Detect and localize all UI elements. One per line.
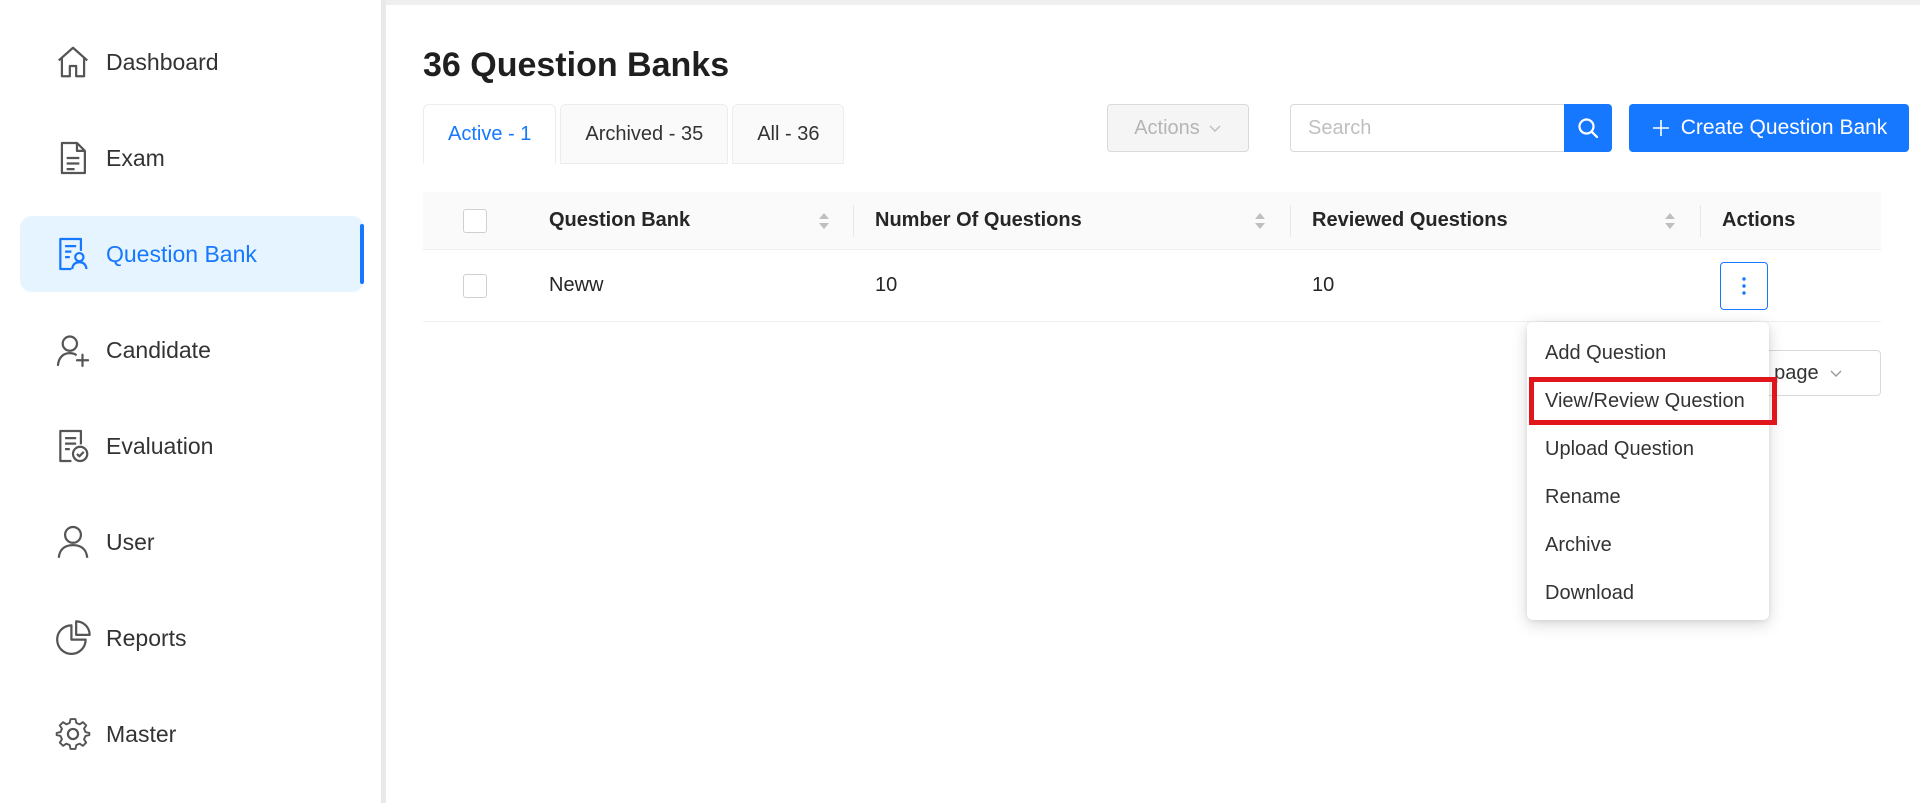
sidebar-item-label: Master — [106, 720, 177, 747]
column-divider — [1290, 205, 1291, 237]
bulk-actions-label: Actions — [1134, 116, 1200, 139]
status-tabs: Active - 1 Archived - 35 All - 36 — [423, 104, 848, 164]
table-header: Question Bank Number Of Questions Review… — [423, 192, 1881, 250]
tab-archived[interactable]: Archived - 35 — [560, 104, 729, 164]
pie-chart-icon — [54, 619, 92, 657]
gear-icon — [54, 715, 92, 753]
sidebar-divider — [381, 0, 386, 803]
row-checkbox[interactable] — [463, 273, 487, 298]
create-question-bank-button[interactable]: Create Question Bank — [1629, 104, 1909, 152]
header-question-bank[interactable]: Question Bank — [549, 192, 690, 249]
search-box — [1290, 104, 1612, 152]
evaluation-icon — [54, 427, 92, 465]
menu-item-archive[interactable]: Archive — [1527, 521, 1769, 569]
menu-item-view-review-question[interactable]: View/Review Question — [1527, 377, 1777, 425]
sidebar-item-dashboard[interactable]: Dashboard — [20, 24, 364, 100]
home-icon — [54, 43, 92, 81]
cell-question-bank-name[interactable]: Neww — [549, 250, 603, 321]
tab-all[interactable]: All - 36 — [732, 104, 845, 164]
page-title: 36 Question Banks — [423, 46, 730, 84]
more-vertical-icon — [1742, 276, 1746, 295]
search-button[interactable] — [1564, 104, 1612, 152]
bulk-actions-dropdown[interactable]: Actions — [1107, 104, 1249, 152]
cell-reviewed-questions: 10 — [1312, 274, 1335, 296]
tab-active[interactable]: Active - 1 — [423, 104, 557, 164]
search-input[interactable] — [1290, 104, 1564, 152]
chevron-down-icon — [1209, 125, 1221, 132]
menu-item-add-question[interactable]: Add Question — [1527, 329, 1769, 377]
sort-icon[interactable] — [817, 210, 831, 232]
menu-item-rename[interactable]: Rename — [1527, 473, 1769, 521]
sidebar-item-label: Candidate — [106, 336, 211, 363]
question-bank-icon — [54, 235, 92, 273]
document-icon — [54, 139, 92, 177]
sidebar-item-question-bank[interactable]: Question Bank — [20, 216, 364, 292]
row-checkbox-cell — [463, 250, 487, 321]
sidebar-item-user[interactable]: User — [20, 504, 364, 580]
column-divider — [853, 205, 854, 237]
question-bank-table: Question Bank Number Of Questions Review… — [423, 192, 1881, 322]
menu-item-upload-question[interactable]: Upload Question — [1527, 425, 1769, 473]
header-number-of-questions[interactable]: Number Of Questions — [875, 192, 1082, 249]
sidebar-item-candidate[interactable]: Candidate — [20, 312, 364, 388]
cell-number-of-questions: 10 — [875, 274, 898, 296]
plus-icon — [1652, 120, 1669, 136]
header-actions: Actions — [1722, 209, 1796, 231]
sidebar-item-label: User — [106, 528, 155, 555]
sort-icon[interactable] — [1253, 210, 1267, 232]
header-reviewed-questions[interactable]: Reviewed Questions — [1312, 192, 1508, 249]
user-icon — [54, 523, 92, 561]
select-all-checkbox[interactable] — [463, 208, 487, 233]
sidebar-item-label: Question Bank — [106, 240, 257, 267]
table-row: Neww 10 10 — [423, 250, 1881, 322]
sidebar-item-label: Reports — [106, 624, 187, 651]
menu-item-download[interactable]: Download — [1527, 569, 1769, 617]
sidebar-item-master[interactable]: Master — [20, 696, 364, 772]
sidebar-item-reports[interactable]: Reports — [20, 600, 364, 676]
header-divider — [386, 0, 1920, 5]
sidebar-item-label: Evaluation — [106, 432, 214, 459]
sidebar-item-label: Dashboard — [106, 48, 219, 75]
row-actions-button[interactable] — [1720, 261, 1768, 310]
sidebar-item-evaluation[interactable]: Evaluation — [20, 408, 364, 484]
cell-actions — [1720, 250, 1768, 321]
sidebar-item-exam[interactable]: Exam — [20, 120, 364, 196]
header-checkbox-cell — [463, 192, 487, 249]
sort-icon[interactable] — [1663, 210, 1677, 232]
candidate-icon — [54, 331, 92, 369]
sidebar-item-label: Exam — [106, 144, 165, 171]
create-question-bank-label: Create Question Bank — [1680, 116, 1888, 139]
column-divider — [1700, 205, 1701, 237]
row-actions-menu: Add Question View/Review Question Upload… — [1527, 322, 1777, 620]
search-icon — [1578, 118, 1599, 139]
sidebar: Dashboard Exam Question Bank Candidate E… — [0, 0, 384, 803]
chevron-down-icon — [1830, 370, 1842, 377]
